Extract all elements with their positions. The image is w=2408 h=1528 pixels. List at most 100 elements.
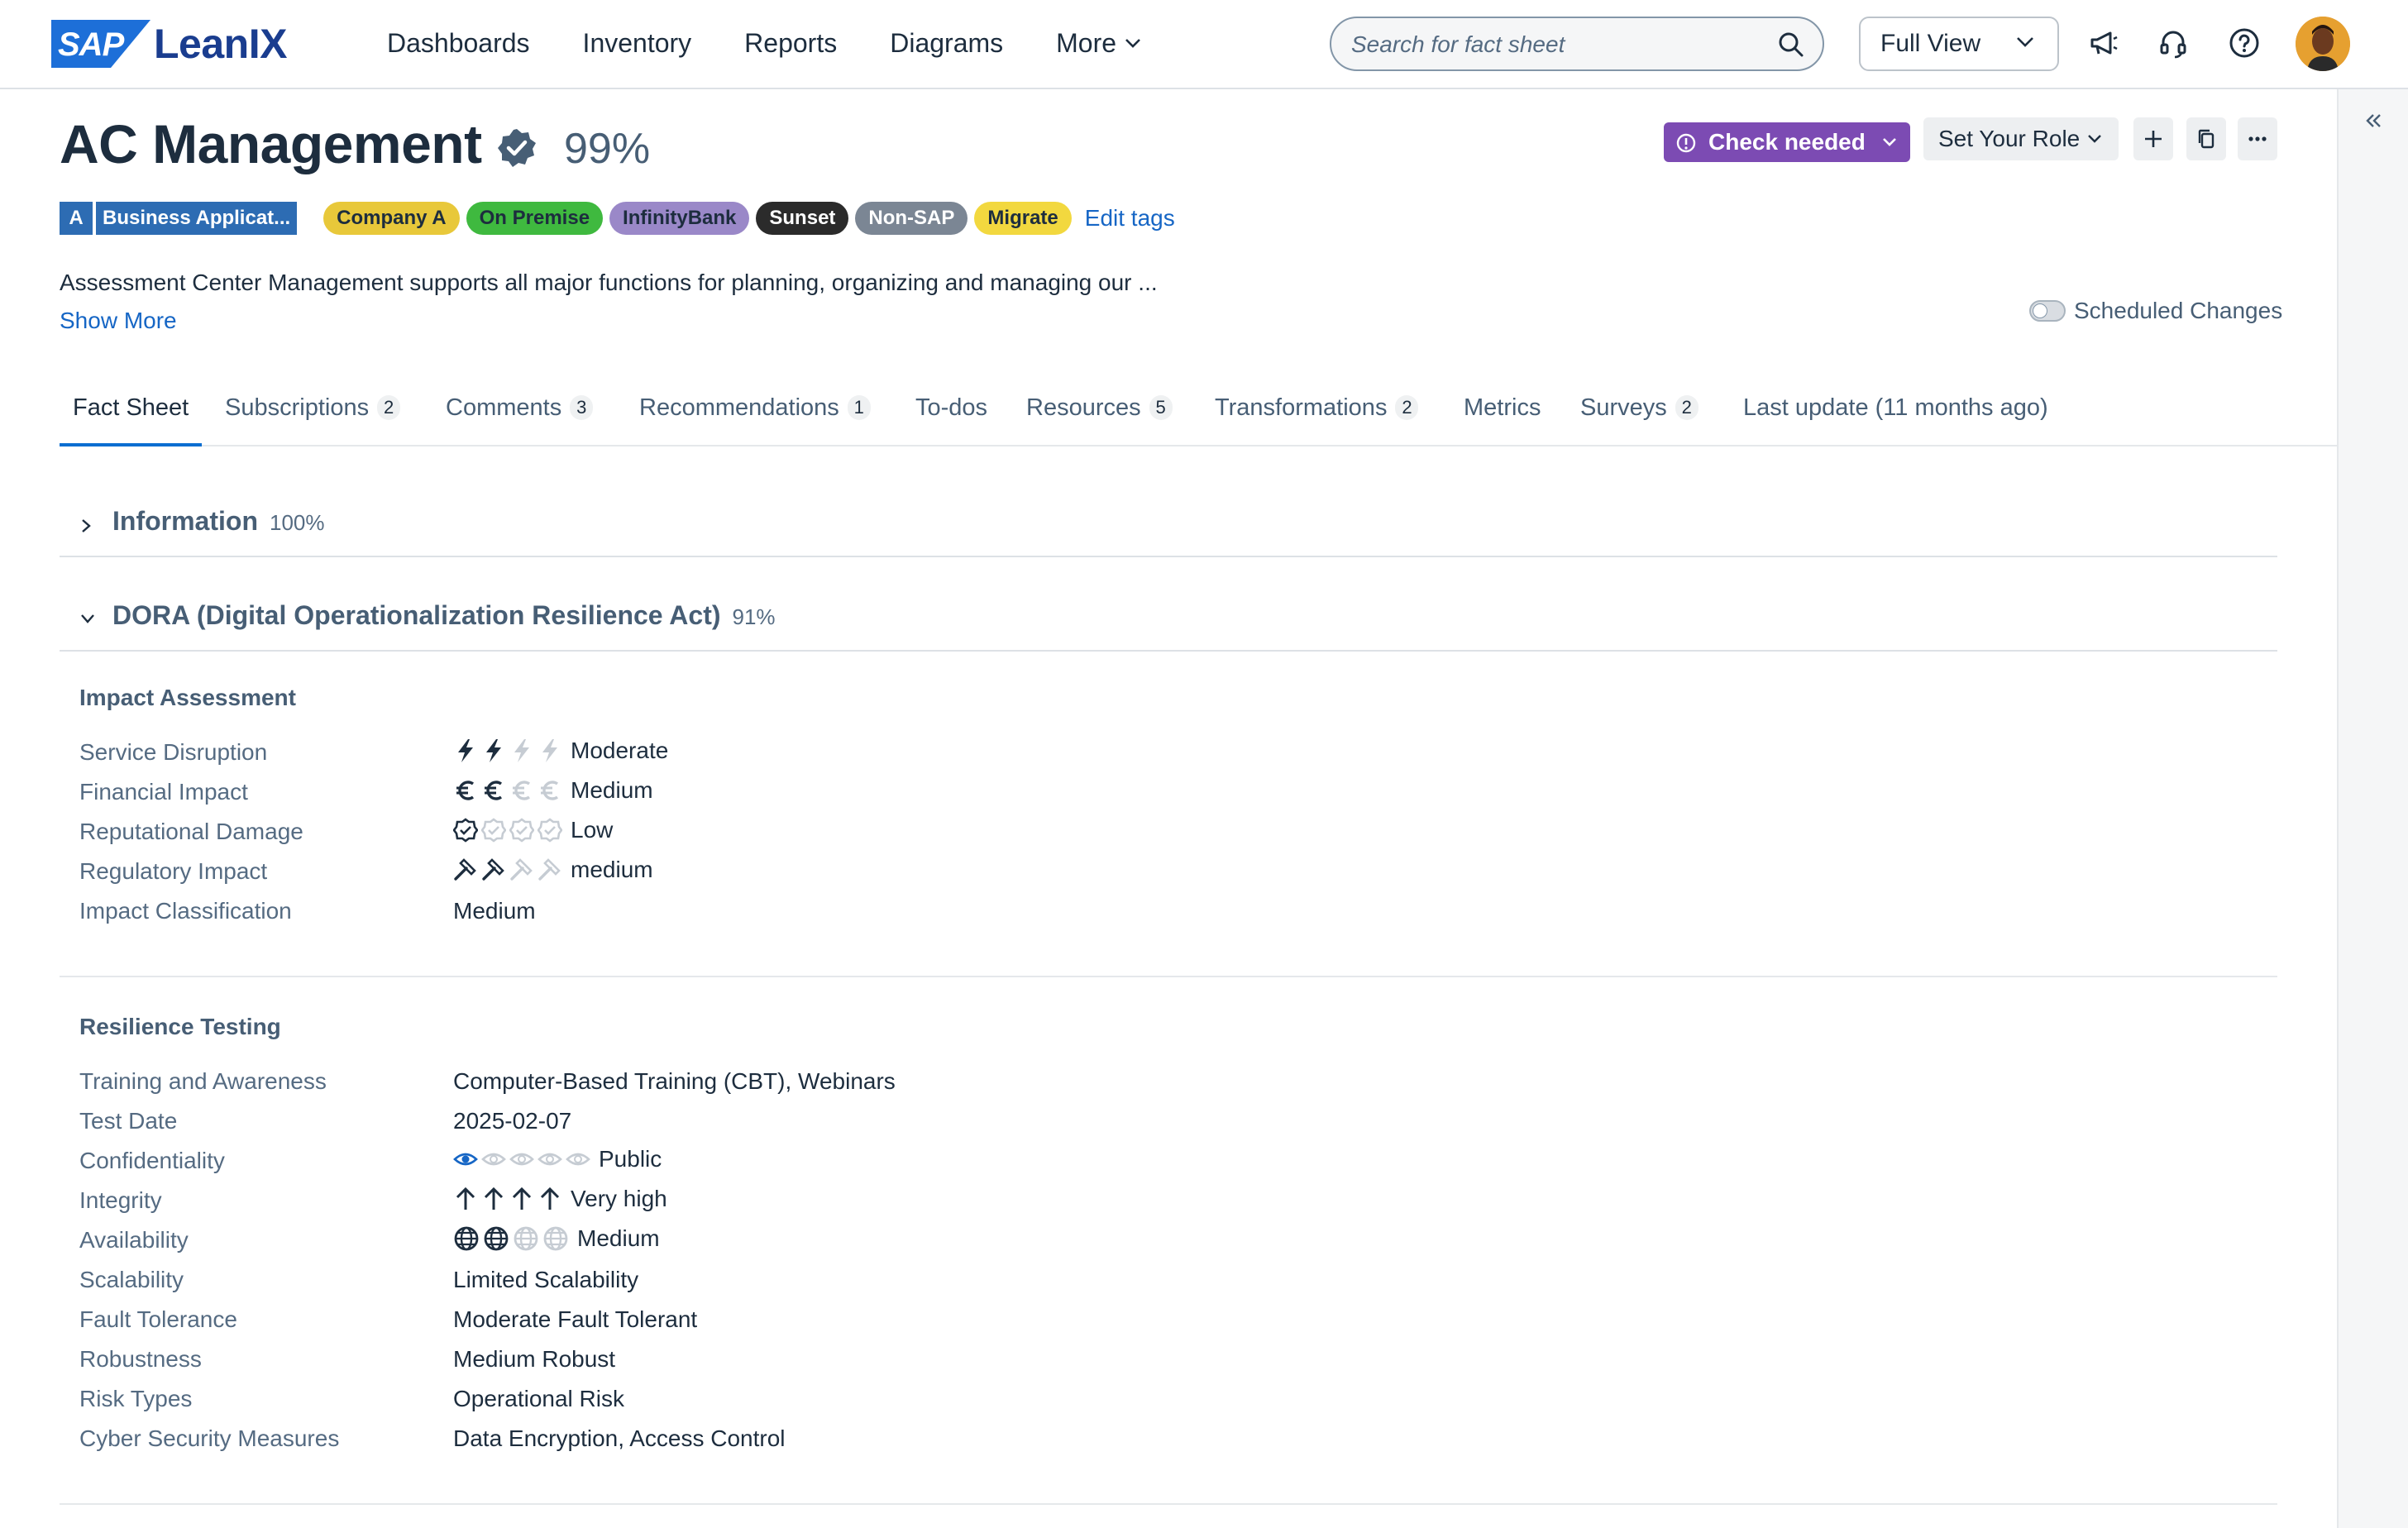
field-label: Impact Classification <box>79 898 292 924</box>
field-value: Low <box>571 817 614 843</box>
field-label: Risk Types <box>79 1386 193 1411</box>
globe-icon <box>543 1226 568 1251</box>
description-text: Assessment Center Management supports al… <box>60 270 1158 295</box>
financial-impact-value: Medium <box>453 777 653 804</box>
search-input[interactable] <box>1350 26 1766 63</box>
tab-metrics[interactable]: Metrics <box>1464 385 1541 445</box>
eye-icon <box>509 1153 534 1166</box>
euro-icon <box>513 781 531 800</box>
lightning-icon <box>458 739 473 762</box>
field-value: Medium <box>577 1225 660 1251</box>
tab-subscriptions[interactable]: Subscriptions 2 <box>225 385 401 445</box>
set-role-button[interactable]: Set Your Role <box>1923 117 2119 160</box>
type-letter: A <box>60 202 93 235</box>
divider <box>60 1503 2277 1505</box>
view-select-value: Full View <box>1880 30 1981 57</box>
tab-resources[interactable]: Resources 5 <box>1026 385 1173 445</box>
sap-leanix-logo[interactable]: SAP LeanIX <box>51 20 287 68</box>
main-nav: Dashboards Inventory Reports Diagrams Mo… <box>387 23 1194 63</box>
verified-check-icon <box>498 129 536 167</box>
risk-types-value: Operational Risk <box>453 1386 624 1411</box>
check-needed-label: Check needed <box>1708 129 1866 155</box>
gavel-icon <box>510 858 533 881</box>
gavel-icon <box>538 858 561 881</box>
fact-sheet-type-badge[interactable]: A Business Applicat... <box>60 202 298 235</box>
search-icon[interactable] <box>1778 31 1804 58</box>
field-value: medium <box>571 857 653 882</box>
chevron-down-icon <box>2017 37 2033 47</box>
tab-fact-sheet[interactable]: Fact Sheet <box>60 385 203 446</box>
headset-icon[interactable] <box>2157 26 2190 60</box>
tag-infinitybank[interactable]: InfinityBank <box>609 202 750 235</box>
section-dora[interactable]: DORA (Digital Operationalization Resilie… <box>60 592 2277 652</box>
integrity-value: Very high <box>453 1186 667 1212</box>
chevron-down-icon <box>1125 39 1140 48</box>
copy-button[interactable] <box>2186 117 2226 160</box>
tag-sunset[interactable]: Sunset <box>756 202 849 235</box>
nav-reports[interactable]: Reports <box>744 23 837 63</box>
eye-icon <box>453 1153 478 1166</box>
plus-icon <box>2145 131 2162 147</box>
tag-company-a[interactable]: Company A <box>323 202 460 235</box>
globe-icon <box>484 1226 509 1251</box>
field-value: Medium <box>571 777 653 803</box>
field-label: Confidentiality <box>79 1148 225 1173</box>
more-actions-button[interactable] <box>2238 117 2277 160</box>
help-icon[interactable] <box>2228 26 2261 60</box>
announcement-icon[interactable] <box>2087 26 2120 60</box>
edit-tags-link[interactable]: Edit tags <box>1085 205 1175 232</box>
nav-diagrams[interactable]: Diagrams <box>890 23 1003 63</box>
service-disruption-value: Moderate <box>453 738 668 764</box>
nav-more[interactable]: More <box>1056 23 1141 63</box>
user-avatar[interactable] <box>2296 17 2350 71</box>
section-percent: 91% <box>732 604 776 629</box>
regulatory-impact-value: medium <box>453 857 653 883</box>
sap-logo-badge: SAP <box>51 20 150 68</box>
nav-more-label: More <box>1056 28 1117 58</box>
tab-to-dos[interactable]: To-dos <box>915 385 987 445</box>
tab-recommendations[interactable]: Recommendations 1 <box>639 385 871 445</box>
section-information[interactable]: Information 100% <box>60 498 2277 557</box>
scheduled-changes-toggle[interactable] <box>2029 300 2066 322</box>
cyber-security-measures-value: Data Encryption, Access Control <box>453 1425 786 1451</box>
reputational-damage-value: Low <box>453 817 613 843</box>
tab-comments[interactable]: Comments 3 <box>446 385 594 445</box>
tab-surveys[interactable]: Surveys 2 <box>1580 385 1698 445</box>
search-box <box>1330 17 1824 71</box>
chevron-down-icon <box>81 614 94 623</box>
nav-inventory[interactable]: Inventory <box>583 23 692 63</box>
field-label: Test Date <box>79 1108 178 1134</box>
section-title: Information <box>112 506 258 536</box>
field-label: Service Disruption <box>79 739 268 765</box>
eye-icon <box>566 1153 590 1166</box>
tag-non-sap[interactable]: Non-SAP <box>855 202 968 235</box>
euro-icon <box>456 781 475 800</box>
field-value: Very high <box>571 1186 667 1211</box>
field-label: Reputational Damage <box>79 819 303 844</box>
chevron-right-icon <box>82 519 91 532</box>
training-awareness-value: Computer-Based Training (CBT), Webinars <box>453 1068 896 1094</box>
confidentiality-value: Public <box>453 1146 662 1172</box>
arrow-up-icon <box>456 1187 475 1210</box>
lightning-icon <box>542 739 557 762</box>
nav-dashboards[interactable]: Dashboards <box>387 23 530 63</box>
tab-last-update[interactable]: Last update (11 months ago) <box>1743 385 2048 445</box>
show-more-link[interactable]: Show More <box>60 308 177 334</box>
copy-icon <box>2198 129 2214 149</box>
set-role-label: Set Your Role <box>1938 126 2081 151</box>
tab-count-badge: 3 <box>570 395 594 420</box>
tab-count-badge: 2 <box>1395 395 1419 420</box>
chevron-down-icon <box>1883 138 1896 146</box>
tag-migrate[interactable]: Migrate <box>974 202 1072 235</box>
top-bar: SAP LeanIX Dashboards Inventory Reports … <box>0 0 2408 89</box>
completion-percent: 99% <box>564 125 651 173</box>
view-select[interactable]: Full View <box>1859 17 2059 71</box>
check-needed-button[interactable]: Check needed <box>1664 122 1910 162</box>
alert-circle-icon <box>1676 133 1696 153</box>
tag-on-premise[interactable]: On Premise <box>466 202 604 235</box>
field-label: Cyber Security Measures <box>79 1425 340 1451</box>
add-button[interactable] <box>2133 117 2173 160</box>
tab-transformations[interactable]: Transformations 2 <box>1215 385 1419 445</box>
more-horizontal-icon <box>2248 136 2267 141</box>
collapse-panel-icon[interactable] <box>2363 111 2383 131</box>
